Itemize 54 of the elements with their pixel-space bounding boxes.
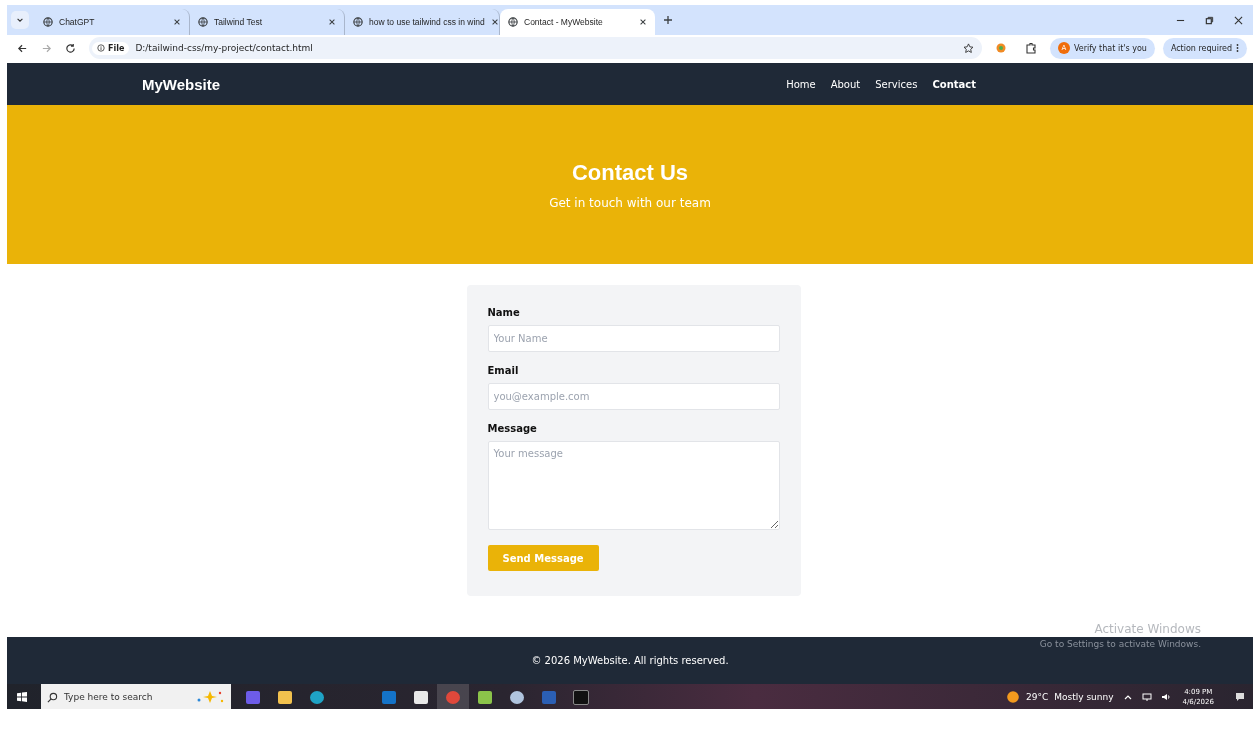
more-options-icon — [1236, 43, 1239, 53]
close-icon[interactable] — [173, 18, 181, 26]
footer-copyright: © 2026 MyWebsite. All rights reserved. — [531, 655, 729, 666]
globe-icon — [43, 17, 53, 27]
site-info-button[interactable]: File — [92, 41, 130, 55]
tab-title: Tailwind Test — [214, 17, 264, 27]
new-tab-icon[interactable] — [663, 15, 673, 25]
action-required-button[interactable]: Action required — [1162, 37, 1247, 59]
close-icon[interactable] — [639, 18, 647, 26]
back-icon[interactable] — [17, 42, 28, 54]
puzzle-icon[interactable] — [1024, 42, 1037, 54]
nav-link[interactable]: Contact — [932, 78, 976, 90]
star-icon[interactable] — [962, 42, 974, 54]
notification-icon[interactable] — [1235, 692, 1245, 702]
chevron-down-icon — [16, 16, 24, 24]
activation-notice-hint: Go to Settings to activate Windows. — [1039, 639, 1201, 649]
tab-title: how to use tailwind css in wind — [369, 17, 485, 27]
temperature-text: 29°C — [1026, 692, 1049, 702]
field-label: Email — [487, 365, 520, 376]
globe-icon — [198, 17, 208, 27]
nav-link[interactable]: Services — [875, 78, 918, 90]
weather-text: Mostly sunny — [1054, 692, 1114, 702]
search-icon — [47, 691, 58, 703]
restore-icon[interactable] — [1205, 15, 1214, 25]
browser-tab[interactable]: Contact - MyWebsite — [500, 9, 655, 35]
windows-start-icon[interactable] — [17, 692, 27, 702]
text-input-field[interactable]: you@example.com — [487, 383, 780, 410]
hero-title: Contact Us — [571, 159, 689, 186]
close-icon[interactable] — [1234, 15, 1243, 25]
url-text: D:/tailwind-css/my-project/contact.html — [135, 43, 314, 53]
tab-title: ChatGPT — [59, 17, 96, 27]
globe-icon — [353, 17, 363, 27]
field-label: Name — [487, 307, 521, 318]
sparkle-icon — [195, 690, 225, 704]
network-icon[interactable] — [1141, 692, 1152, 702]
nav-link[interactable]: About — [830, 78, 861, 90]
tab-title: Contact - MyWebsite — [524, 17, 604, 27]
address-bar[interactable]: File D:/tailwind-css/my-project/contact.html — [89, 37, 982, 59]
message-textarea[interactable]: Your message — [487, 441, 780, 530]
activation-notice-title: Activate Windows — [1094, 622, 1201, 636]
taskbar-search-field[interactable]: Type here to search — [41, 684, 231, 709]
speaker-icon[interactable] — [1160, 692, 1171, 702]
nav-link[interactable]: Home — [786, 78, 816, 90]
site-logo[interactable]: MyWebsite — [142, 75, 221, 93]
weather-sun-icon — [1006, 690, 1020, 704]
info-icon — [97, 44, 105, 52]
hero-subtitle: Get in touch with our team — [549, 195, 711, 210]
close-icon[interactable] — [490, 18, 499, 26]
close-icon[interactable] — [328, 18, 336, 26]
tab-search-button[interactable] — [11, 11, 29, 29]
field-label: Message — [487, 423, 538, 434]
reload-icon[interactable] — [65, 42, 76, 54]
text-input-field[interactable]: Your Name — [487, 325, 780, 352]
globe-icon — [508, 17, 518, 27]
